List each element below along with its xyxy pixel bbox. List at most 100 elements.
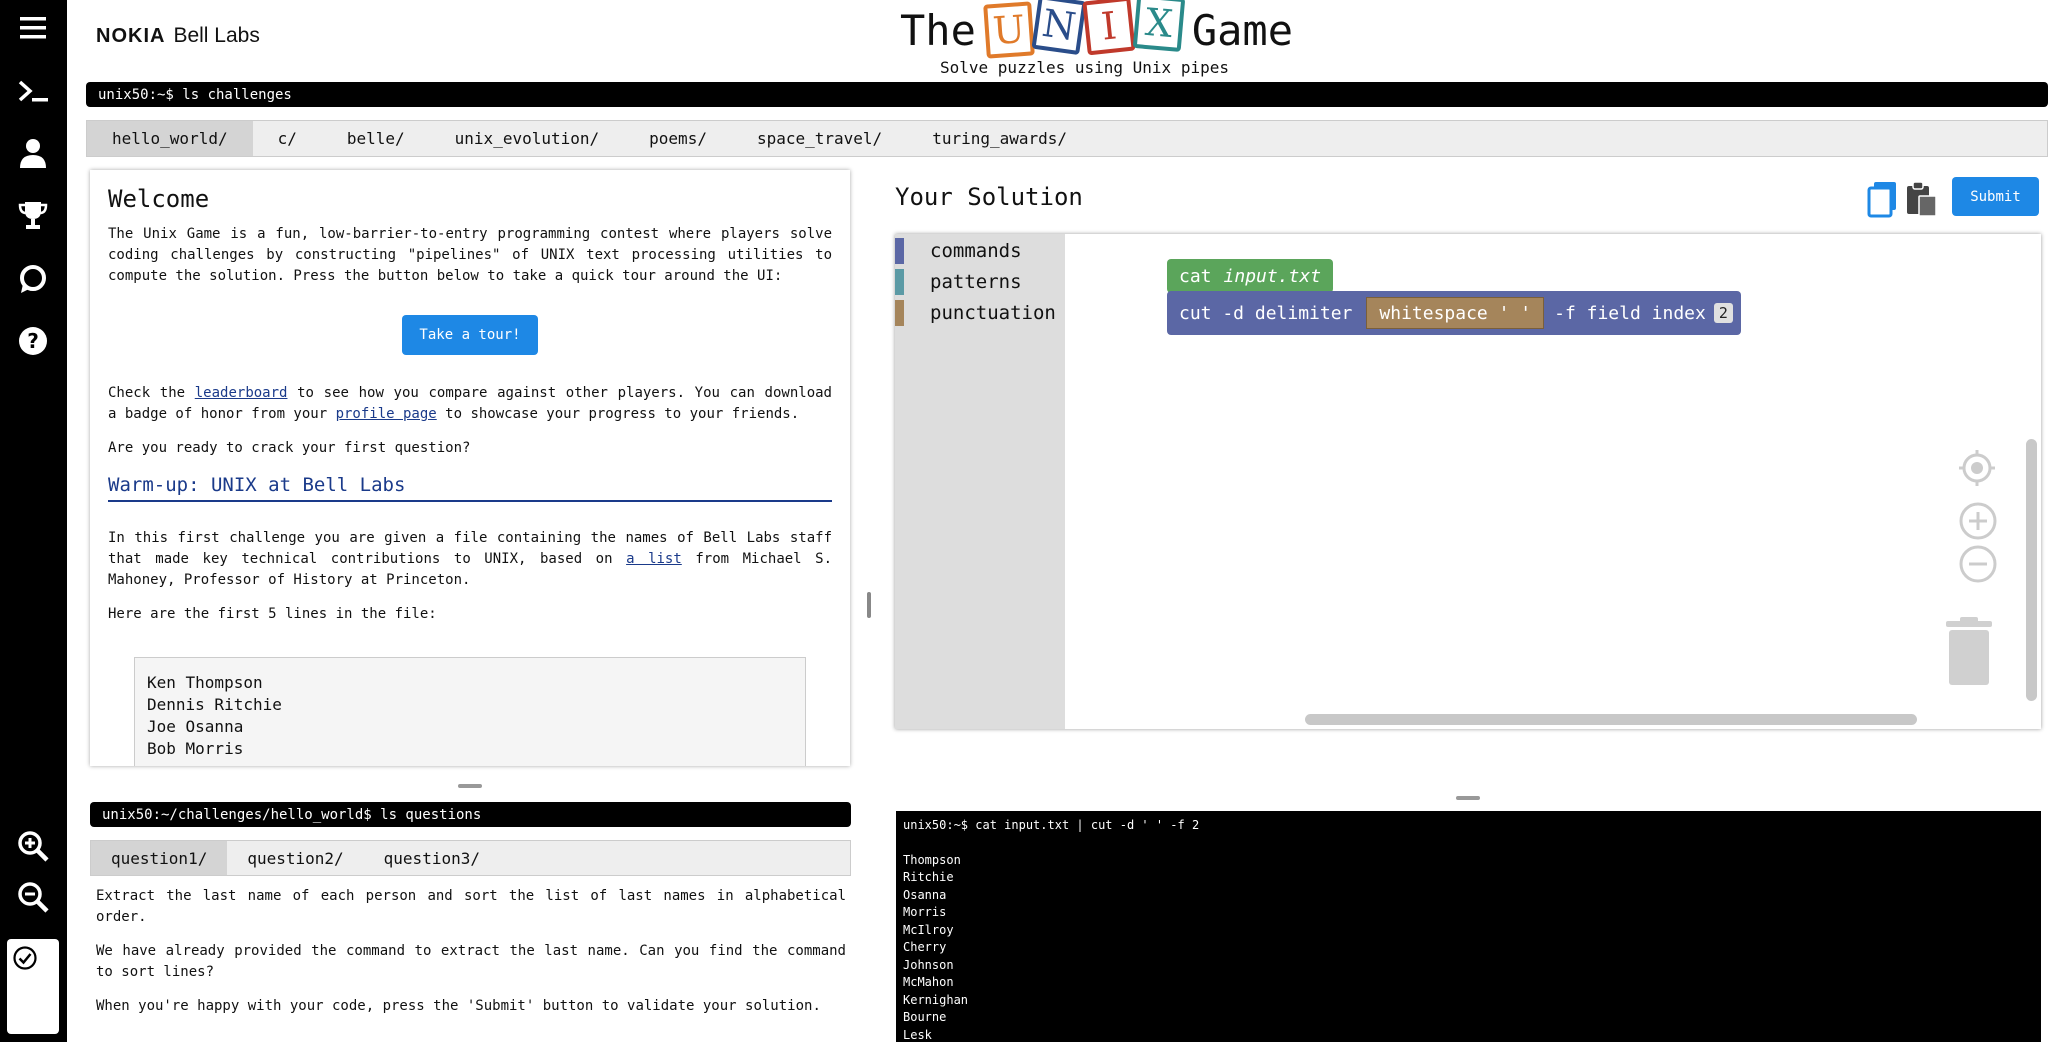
left-resize-handle[interactable] [458,784,482,788]
tab-unix-evolution[interactable]: unix_evolution/ [430,121,625,156]
progress-panel[interactable] [7,939,59,1034]
checklist-icon [13,946,37,970]
first-lines-label: Here are the first 5 lines in the file: [108,606,437,622]
output-line: Osanna [903,887,947,902]
category-swatch [895,269,904,295]
tile-i: I [1082,0,1136,56]
block-toolbox: commands patterns punctuation [895,234,1065,729]
question-text: Extract the last name of each person and… [96,886,846,1030]
chat-icon[interactable] [14,260,52,298]
questions-prompt: unix50:~/challenges/hello_world$ ls ques… [90,802,851,827]
cat-filename: input.txt [1223,265,1322,287]
profile-page-link[interactable]: profile page [336,406,437,422]
tile-n: N [1031,0,1087,56]
nokia-bell-labs-logo: NOKIA Bell Labs [96,24,260,54]
check-post: to showcase your progress to your friend… [436,406,800,422]
brand-nokia: NOKIA [96,25,166,47]
cut-command: cut -d delimiter [1179,302,1353,324]
leaderboard-link[interactable]: leaderboard [195,385,288,401]
warmup-title: Warm-up: UNIX at Bell Labs [108,472,832,502]
category-commands[interactable]: commands [895,238,1022,264]
question-tabs: question1/ question2/ question3/ [90,840,851,876]
clipboard-buttons [1866,180,1938,218]
submit-button[interactable]: Submit [1952,177,2039,216]
zoom-out-icon[interactable] [14,878,52,916]
field-index-input[interactable]: 2 [1713,303,1733,323]
leaderboard-text: Check the leaderboard to see how you com… [108,383,832,425]
file-preview: Ken Thompson Dennis Ritchie Joe Osanna B… [134,657,806,766]
recenter-icon[interactable] [1957,448,1997,488]
whitespace-block[interactable]: whitespace ' ' [1366,297,1545,329]
user-icon[interactable] [14,134,52,172]
menu-icon[interactable] [14,9,52,47]
help-icon[interactable]: ? [14,322,52,360]
tab-question2[interactable]: question2/ [227,841,363,875]
output-line: McIlroy [903,922,954,937]
output-terminal: unix50:~$ cat input.txt | cut -d ' ' -f … [896,811,2041,1042]
file-line: Dennis Ritchie [147,695,282,714]
category-label: commands [930,240,1022,262]
challenge-description: Welcome The Unix Game is a fun, low-barr… [90,170,850,766]
output-line: Lesk [903,1027,932,1042]
output-line: Thompson [903,852,961,867]
tab-c[interactable]: c/ [253,121,322,156]
welcome-title: Welcome [108,185,210,213]
page-title: The U N I X Game [900,0,1293,60]
challenge-tabs: hello_world/ c/ belle/ unix_evolution/ p… [86,120,2048,157]
category-swatch [895,238,904,264]
blocks-workspace[interactable]: commands patterns punctuation cat input.… [895,234,2041,729]
output-line: Ritchie [903,870,954,884]
question-submit-note: When you're happy with your code, press … [96,998,821,1014]
brand-bell-labs: Bell Labs [173,24,260,47]
category-punctuation[interactable]: punctuation [895,300,1056,326]
horizontal-scrollbar[interactable] [1305,714,1917,725]
copy-icon[interactable] [1866,180,1900,218]
trophy-icon[interactable] [14,196,52,234]
workspace-zoom-out-icon[interactable] [1959,545,1997,583]
workspace-zoom-in-icon[interactable] [1959,502,1997,540]
output-line: Morris [903,905,947,919]
vertical-scrollbar[interactable] [2026,439,2037,701]
svg-text:?: ? [27,329,39,353]
terminal-icon[interactable] [14,72,52,110]
file-line: Bob Morris [147,739,244,758]
question-instruction: Extract the last name of each person and… [96,888,846,925]
challenge-text: In this first challenge you are given a … [108,528,832,591]
category-patterns[interactable]: patterns [895,269,1022,295]
tab-turing-awards[interactable]: turing_awards/ [907,121,1092,156]
title-pre: The [900,5,976,55]
a-list-link[interactable]: a list [626,551,682,567]
tab-poems[interactable]: poems/ [624,121,732,156]
tile-u: U [983,1,1035,59]
tab-belle[interactable]: belle/ [322,121,430,156]
output-line: Johnson [903,957,954,972]
output-command: unix50:~$ cat input.txt | cut -d ' ' -f … [903,818,1200,832]
challenges-prompt: unix50:~$ ls challenges [86,82,2048,107]
ready-text: Are you ready to crack your first questi… [108,440,471,456]
take-tour-button[interactable]: Take a tour! [402,315,538,355]
title-post: Game [1191,5,1294,55]
cat-command: cat [1179,265,1212,287]
vertical-resize-handle[interactable] [867,592,871,618]
page-subtitle: Solve puzzles using Unix pipes [940,58,1229,77]
zoom-in-icon[interactable] [14,827,52,865]
category-label: punctuation [930,302,1056,324]
question-hint: We have already provided the command to … [96,943,846,980]
tab-question1[interactable]: question1/ [91,841,228,875]
sidebar: ? [0,0,67,1042]
tab-space-travel[interactable]: space_travel/ [732,121,907,156]
paste-icon[interactable] [1904,180,1938,218]
field-index-label: -f field index [1554,302,1706,324]
right-resize-handle[interactable] [1456,796,1480,800]
output-line: McMahon [903,975,954,989]
category-label: patterns [930,271,1022,293]
check-pre: Check the [108,385,195,401]
trash-icon[interactable] [1942,617,1996,687]
tab-hello-world[interactable]: hello_world/ [87,121,253,156]
output-line: Cherry [903,940,947,954]
cut-block[interactable]: cut -d delimiter whitespace ' ' -f field… [1167,291,1741,335]
tab-question3[interactable]: question3/ [364,841,500,875]
cat-block[interactable]: cat input.txt [1167,259,1334,293]
file-line: Joe Osanna [147,717,244,736]
output-line: Bourne [903,1010,947,1024]
